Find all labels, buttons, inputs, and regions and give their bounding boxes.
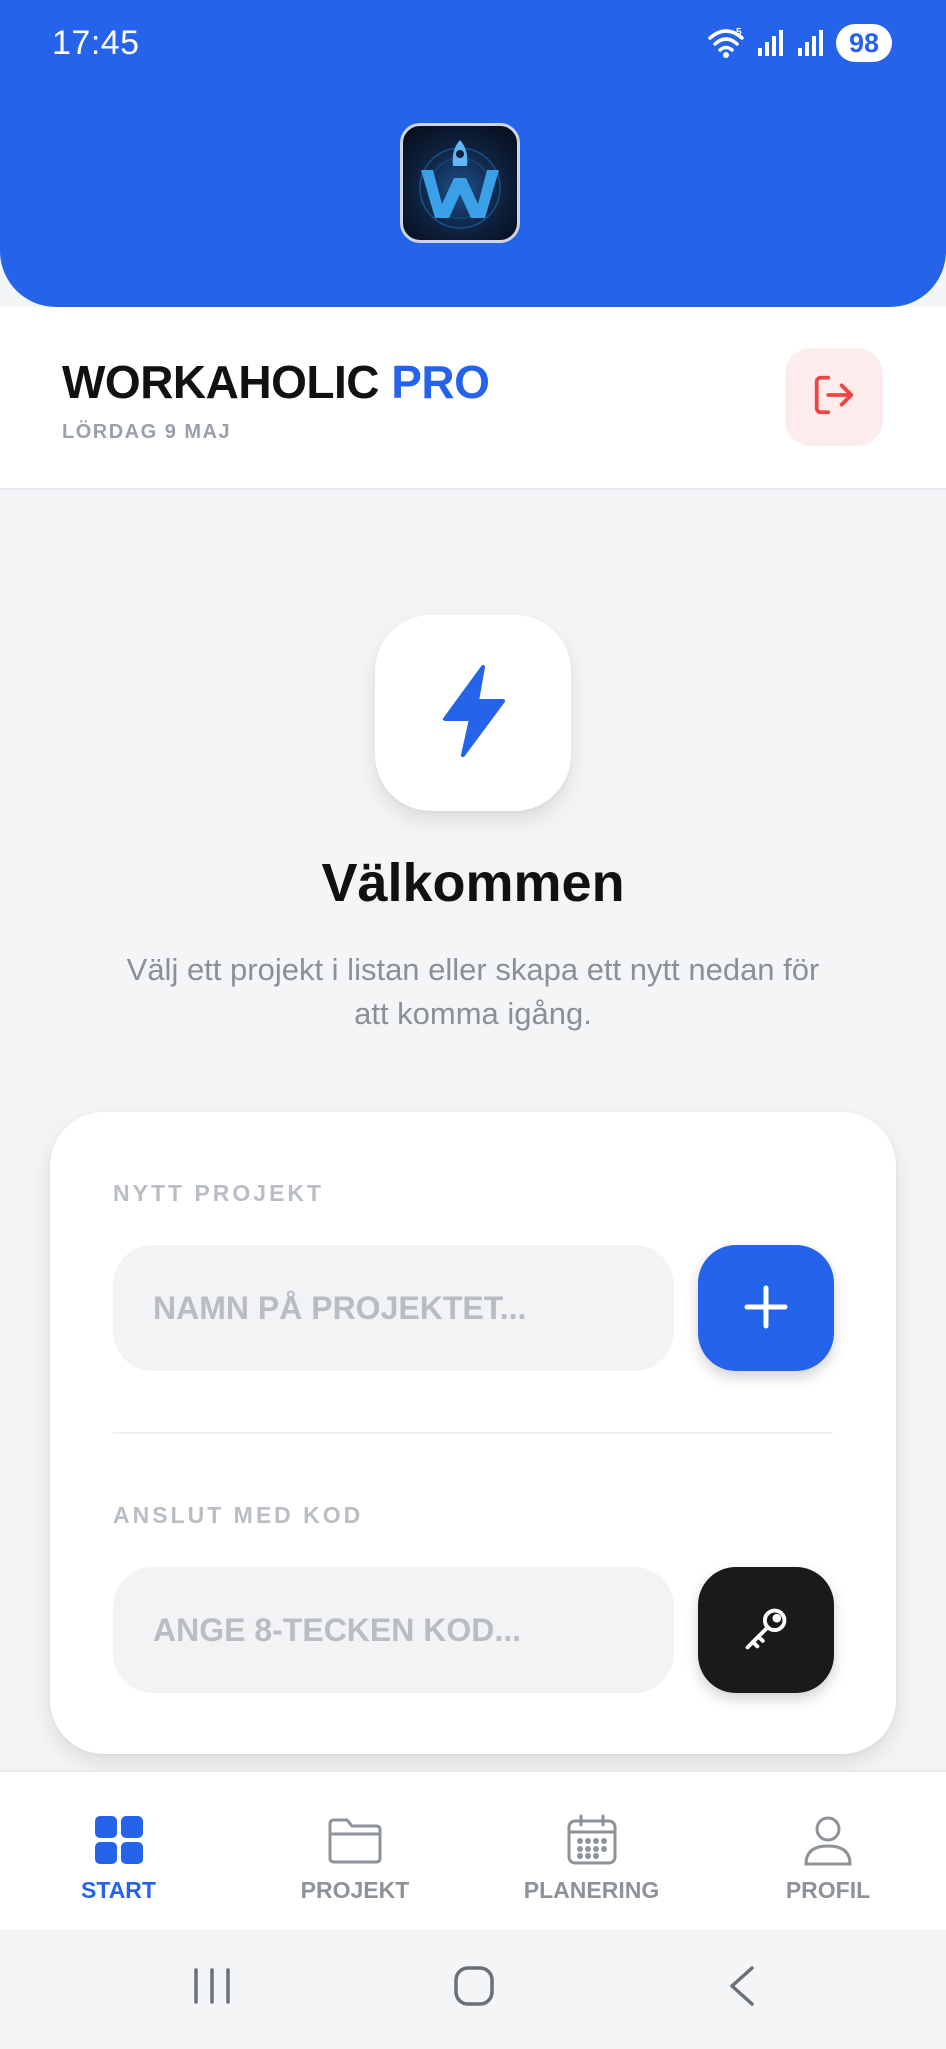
app-title-accent: PRO (391, 356, 490, 408)
title-bar: WORKAHOLIC PRO LÖRDAG 9 MAJ (0, 307, 946, 490)
recent-apps-button[interactable] (190, 1964, 234, 2013)
workaholic-logo (400, 123, 520, 243)
add-project-button[interactable] (698, 1245, 834, 1371)
welcome-text: Välj ett projekt i listan eller skapa et… (126, 952, 820, 1031)
lightning-icon (433, 663, 513, 764)
join-code-input[interactable] (113, 1567, 674, 1693)
user-icon (802, 1814, 854, 1871)
logout-icon (811, 372, 857, 423)
app-title: WORKAHOLIC PRO (62, 355, 490, 409)
nav-label-projekt: PROJEKT (300, 1877, 410, 1903)
calendar-icon (566, 1814, 618, 1871)
svg-text:5: 5 (736, 27, 742, 38)
grid-icon (93, 1814, 145, 1871)
status-time: 17:45 (52, 24, 140, 62)
welcome-badge (375, 615, 571, 811)
nav-label-profil: PROFIL (785, 1877, 871, 1903)
nav-item-profil[interactable]: PROFIL (710, 1772, 946, 1930)
plus-icon (741, 1282, 791, 1335)
folder-icon (327, 1814, 383, 1871)
back-button[interactable] (722, 1964, 766, 2013)
nav-item-projekt[interactable]: PROJEKT (237, 1772, 473, 1930)
signal-icon (756, 28, 786, 58)
project-card: NYTT PROJEKT ANSLUT MED KOD (50, 1112, 896, 1754)
app-title-main: WORKAHOLIC (62, 356, 392, 408)
battery-icon: 98 (836, 24, 892, 62)
wifi-icon: 5 (706, 26, 746, 60)
bottom-nav: START PROJEKT PLANERING PROFIL (0, 1770, 946, 1930)
system-nav-bar (0, 1930, 946, 2049)
join-code-button[interactable] (698, 1567, 834, 1693)
current-date: LÖRDAG 9 MAJ (62, 421, 232, 443)
nav-label-planering: PLANERING (523, 1877, 660, 1903)
header-banner: 17:45 5 98 (0, 0, 946, 307)
logout-button[interactable] (785, 348, 883, 446)
signal-icon (796, 28, 826, 58)
nav-item-planering[interactable]: PLANERING (473, 1772, 710, 1930)
join-code-label: ANSLUT MED KOD (113, 1502, 364, 1528)
project-name-input[interactable] (113, 1245, 674, 1371)
nav-label-start: START (81, 1877, 156, 1903)
divider (113, 1432, 833, 1434)
key-icon (740, 1603, 792, 1658)
welcome-title: Välkommen (321, 853, 625, 913)
home-button[interactable] (452, 1964, 496, 2013)
new-project-label: NYTT PROJEKT (113, 1180, 325, 1206)
nav-item-start[interactable]: START (0, 1772, 237, 1930)
status-bar: 17:45 5 98 (0, 0, 946, 90)
status-icons: 5 98 (706, 24, 892, 62)
